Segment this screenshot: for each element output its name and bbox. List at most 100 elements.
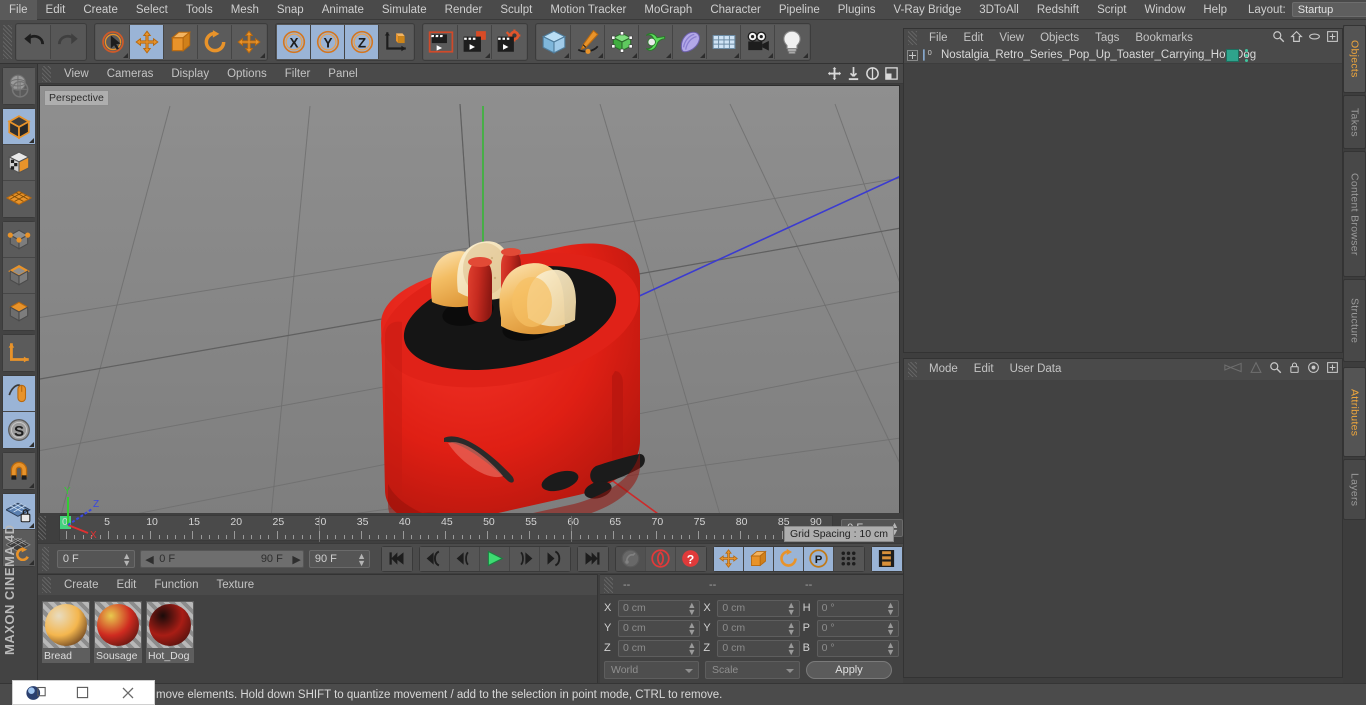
tab-content-browser[interactable]: Content Browser <box>1343 151 1366 278</box>
point-level-animation-icon[interactable] <box>833 546 864 571</box>
menu-motion-tracker[interactable]: Motion Tracker <box>541 0 635 20</box>
tab-layers[interactable]: Layers <box>1343 459 1366 521</box>
move-axis-icon[interactable] <box>232 24 266 59</box>
coord-position-field[interactable]: 0 cm ▲ ▼ <box>618 639 701 657</box>
transport-grip[interactable] <box>42 546 49 571</box>
coordinate-system-select[interactable]: World <box>604 661 699 679</box>
object-menu-view[interactable]: View <box>991 29 1032 47</box>
viewport-menu-panel[interactable]: Panel <box>319 64 366 84</box>
viewport-menu-filter[interactable]: Filter <box>276 64 320 84</box>
add-layer-icon[interactable] <box>1326 30 1339 46</box>
coord-size-field[interactable]: 0 cm ▲ ▼ <box>717 619 800 637</box>
stepper-icon[interactable]: ▲ ▼ <box>886 640 895 656</box>
menu-tools[interactable]: Tools <box>177 0 222 20</box>
transport-frame-field[interactable]: 0 F ▲ ▼ <box>56 549 136 568</box>
lock-icon[interactable] <box>1288 361 1301 377</box>
expand-toggle-icon[interactable] <box>907 49 918 61</box>
timeline-icon[interactable] <box>871 546 902 571</box>
viewport-menu-view[interactable]: View <box>55 64 98 84</box>
material-grip[interactable] <box>42 577 51 593</box>
viewport-menu-cameras[interactable]: Cameras <box>98 64 163 84</box>
attribute-menu-mode[interactable]: Mode <box>921 359 966 380</box>
move-icon[interactable] <box>130 24 164 59</box>
menu-snap[interactable]: Snap <box>268 0 313 20</box>
pan-icon[interactable] <box>827 66 842 84</box>
search-icon[interactable] <box>1269 361 1282 377</box>
menu-edit[interactable]: Edit <box>37 0 75 20</box>
snap-s-icon[interactable]: S <box>3 412 35 448</box>
target-icon[interactable] <box>1307 361 1320 377</box>
history-back-icon[interactable] <box>1223 361 1243 377</box>
step-back-frame-icon[interactable] <box>449 546 480 571</box>
material-item[interactable]: Bread <box>42 601 90 663</box>
render-settings-icon[interactable] <box>492 24 526 59</box>
material-item[interactable]: Sousage <box>94 601 142 663</box>
attribute-menu-user-data[interactable]: User Data <box>1002 359 1070 380</box>
redo-icon[interactable] <box>51 24 85 59</box>
tag-dots-icon[interactable] <box>1243 49 1250 62</box>
coord-rotation-field[interactable]: 0 ° ▲ ▼ <box>816 599 899 617</box>
coordinate-mode-select[interactable]: Scale <box>705 661 800 679</box>
menu-mesh[interactable]: Mesh <box>222 0 268 20</box>
material-preview[interactable] <box>42 601 90 649</box>
menu-pipeline[interactable]: Pipeline <box>770 0 829 20</box>
close-icon[interactable] <box>105 680 151 705</box>
pen-spline-icon[interactable] <box>571 24 605 59</box>
stepper-icon[interactable]: ▲ ▼ <box>886 620 895 636</box>
menu-script[interactable]: Script <box>1088 0 1135 20</box>
attribute-menu-edit[interactable]: Edit <box>966 359 1002 380</box>
material-preview[interactable] <box>94 601 142 649</box>
pin-icon[interactable] <box>1249 361 1263 377</box>
undo-icon[interactable] <box>17 24 51 59</box>
viewport-canvas[interactable]: Perspective Grid Spacing : 10 cm Y X Z <box>39 85 900 548</box>
coord-position-field[interactable]: 0 cm ▲ ▼ <box>618 619 701 637</box>
tab-objects[interactable]: Objects <box>1343 25 1366 94</box>
scene-object-icon[interactable] <box>673 24 707 59</box>
cube-primitive-icon[interactable] <box>537 24 571 59</box>
menu-file[interactable]: File <box>0 0 37 20</box>
play-icon[interactable] <box>479 546 510 571</box>
material-item[interactable]: Hot_Dog <box>146 601 194 663</box>
tab-takes[interactable]: Takes <box>1343 95 1366 150</box>
menu-simulate[interactable]: Simulate <box>373 0 436 20</box>
max-frame-field[interactable]: 90 F ▲ ▼ <box>308 549 370 568</box>
viewport-menu-display[interactable]: Display <box>162 64 218 84</box>
maximize-view-icon[interactable] <box>884 66 899 84</box>
range-prev-icon[interactable]: ◀ <box>145 553 153 566</box>
range-next-icon[interactable]: ▶ <box>292 553 300 566</box>
material-preview[interactable] <box>146 601 194 649</box>
stepper-icon[interactable]: ▲ ▼ <box>787 640 796 656</box>
step-back-keyframe-icon[interactable] <box>419 546 450 571</box>
menu-v-ray-bridge[interactable]: V-Ray Bridge <box>884 0 970 20</box>
viewport-grip[interactable] <box>42 65 51 82</box>
world-coord-icon[interactable] <box>379 24 413 59</box>
menu-sculpt[interactable]: Sculpt <box>491 0 541 20</box>
coord-size-field[interactable]: 0 cm ▲ ▼ <box>717 639 800 657</box>
object-menu-objects[interactable]: Objects <box>1032 29 1087 47</box>
menu-character[interactable]: Character <box>701 0 770 20</box>
rotation-key-icon[interactable] <box>773 546 804 571</box>
scale-key-icon[interactable] <box>743 546 774 571</box>
toolbar-grip[interactable] <box>3 24 12 59</box>
menu-mograph[interactable]: MoGraph <box>635 0 701 20</box>
stepper-icon[interactable]: ▲ ▼ <box>787 600 796 616</box>
coord-position-field[interactable]: 0 cm ▲ ▼ <box>618 599 701 617</box>
deformer-icon[interactable] <box>639 24 673 59</box>
workplane-mode-icon[interactable] <box>3 181 35 217</box>
preview-range-bar[interactable]: ◀ 0 F 90 F ▶ <box>140 549 304 568</box>
object-row[interactable]: 0 Nostalgia_Retro_Series_Pop_Up_Toaster_C… <box>904 47 1342 64</box>
render-picture-viewer-icon[interactable] <box>458 24 492 59</box>
magnet-icon[interactable] <box>3 453 35 489</box>
stepper-icon[interactable]: ▲ ▼ <box>122 551 131 567</box>
layout-select[interactable]: Startup <box>1291 2 1366 17</box>
menu-help[interactable]: Help <box>1194 0 1236 20</box>
polygons-mode-icon[interactable] <box>3 294 35 330</box>
step-forward-frame-icon[interactable] <box>509 546 540 571</box>
coord-rotation-field[interactable]: 0 ° ▲ ▼ <box>816 639 899 657</box>
object-menu-edit[interactable]: Edit <box>956 29 992 47</box>
coord-size-field[interactable]: 0 cm ▲ ▼ <box>717 599 800 617</box>
material-menu-edit[interactable]: Edit <box>108 575 146 595</box>
frame-ruler[interactable]: 0 5 10 15 20 25 30 35 40 45 50 55 60 65 70 75 80 85 90 <box>58 515 834 542</box>
scale-icon[interactable] <box>164 24 198 59</box>
object-menu-file[interactable]: File <box>921 29 956 47</box>
